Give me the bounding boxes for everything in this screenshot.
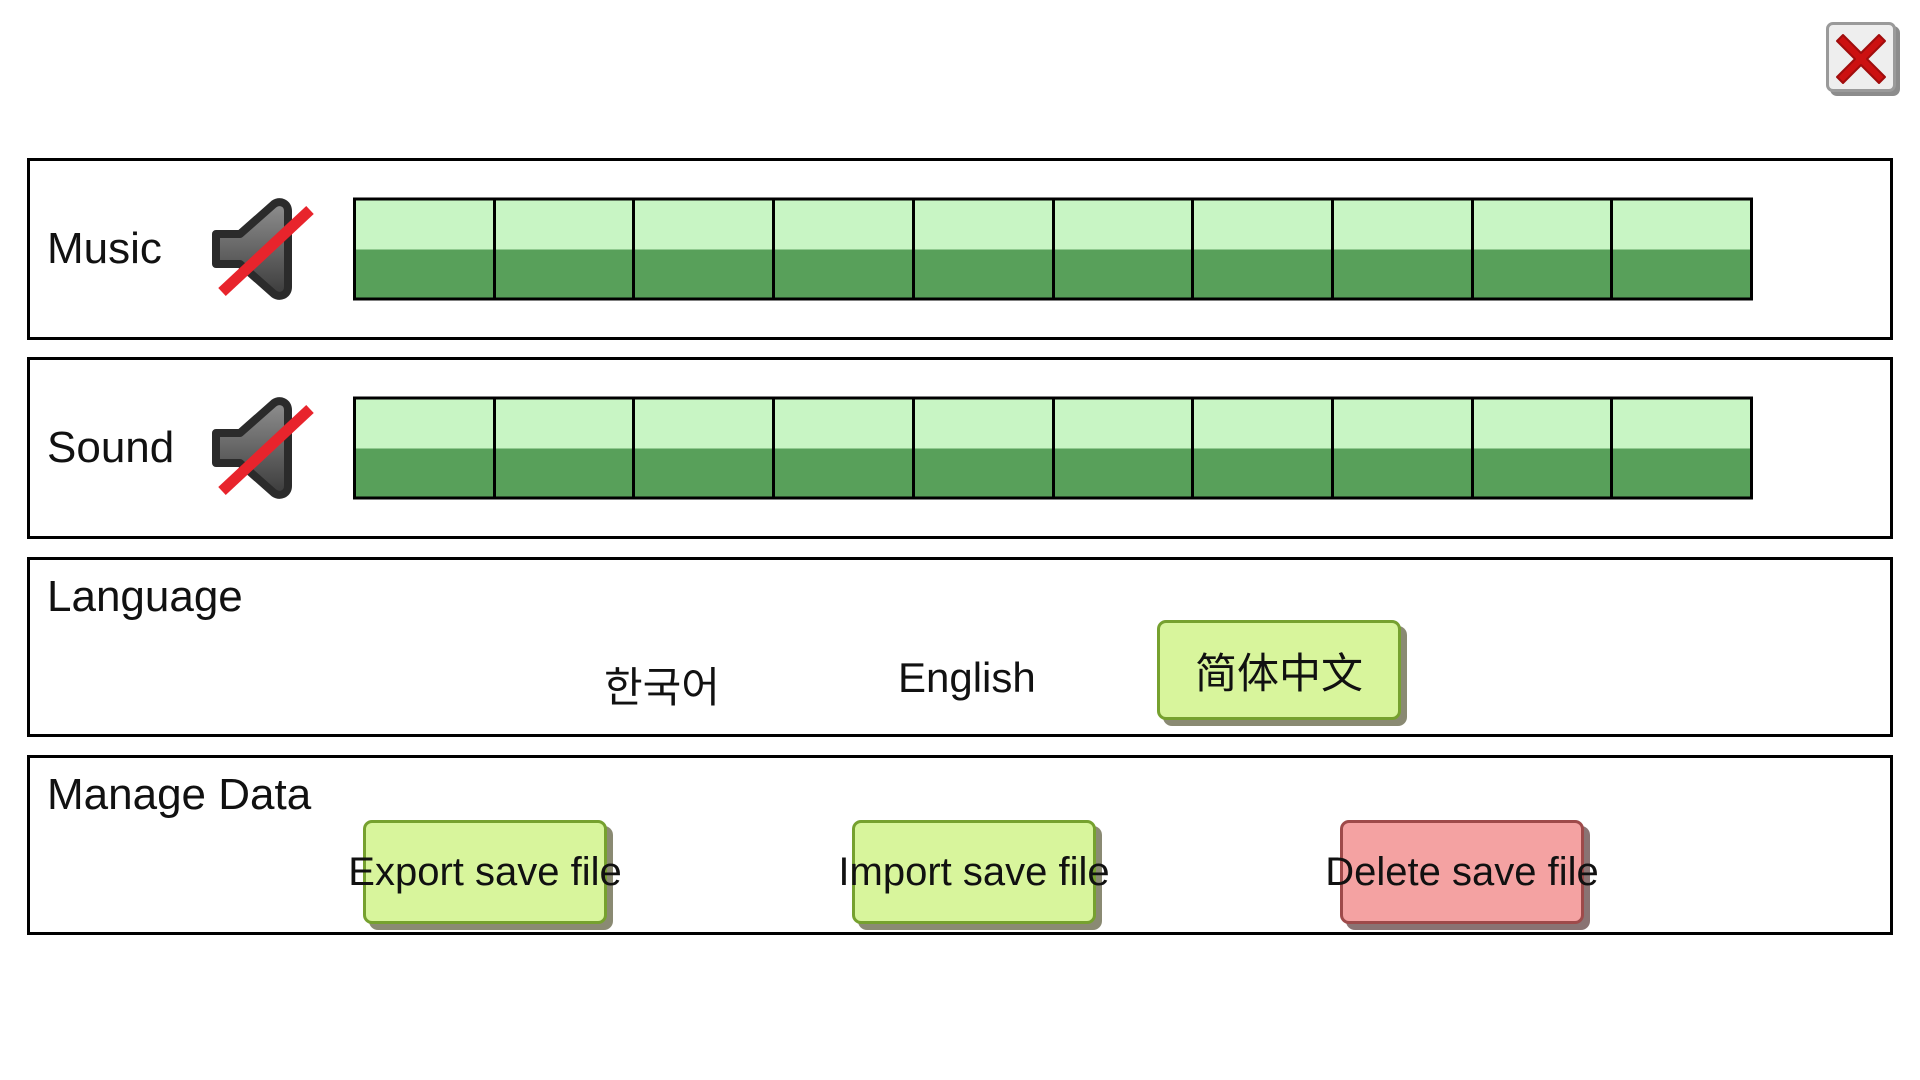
language-title: Language — [47, 572, 243, 621]
volume-step[interactable] — [1333, 399, 1474, 497]
close-window-button[interactable] — [1826, 22, 1896, 92]
sound-label: Sound — [47, 423, 175, 472]
volume-step[interactable] — [775, 399, 915, 497]
sound-volume-slider[interactable] — [353, 396, 1753, 500]
volume-step[interactable] — [1194, 399, 1334, 497]
speaker-muted-icon — [212, 397, 314, 499]
manage-data-title: Manage Data — [47, 770, 312, 819]
sound-volume-panel: Sound — [27, 357, 1893, 539]
volume-step[interactable] — [495, 399, 636, 497]
export-save-file-button[interactable]: Export save file — [348, 820, 622, 924]
sound-mute-toggle[interactable] — [206, 395, 318, 501]
volume-step[interactable] — [635, 200, 776, 298]
volume-step[interactable] — [495, 200, 636, 298]
volume-step[interactable] — [635, 399, 776, 497]
volume-step[interactable] — [1054, 399, 1195, 497]
language-option-korean[interactable]: 한국어 — [604, 654, 720, 715]
volume-step[interactable] — [1194, 200, 1334, 298]
volume-step[interactable] — [775, 200, 915, 298]
volume-step[interactable] — [356, 399, 496, 497]
close-x-icon — [1836, 34, 1886, 84]
volume-step[interactable] — [1333, 200, 1474, 298]
language-option-simplified-chinese-selected[interactable]: 简体中文 — [1157, 620, 1401, 720]
volume-step[interactable] — [1613, 399, 1751, 497]
volume-step[interactable] — [914, 399, 1055, 497]
music-volume-slider[interactable] — [353, 197, 1753, 301]
volume-step[interactable] — [1473, 200, 1614, 298]
music-label: Music — [47, 224, 162, 273]
volume-step[interactable] — [1054, 200, 1195, 298]
import-save-file-button[interactable]: Import save file — [838, 820, 1110, 924]
volume-step[interactable] — [1613, 200, 1751, 298]
volume-step[interactable] — [914, 200, 1055, 298]
language-panel: Language — [27, 557, 1893, 737]
volume-step[interactable] — [1473, 399, 1614, 497]
music-mute-toggle[interactable] — [206, 196, 318, 302]
volume-step[interactable] — [356, 200, 496, 298]
language-option-english[interactable]: English — [898, 654, 1036, 702]
delete-save-file-button[interactable]: Delete save file — [1325, 820, 1599, 924]
music-volume-panel: Music — [27, 158, 1893, 340]
speaker-muted-icon — [212, 198, 314, 300]
